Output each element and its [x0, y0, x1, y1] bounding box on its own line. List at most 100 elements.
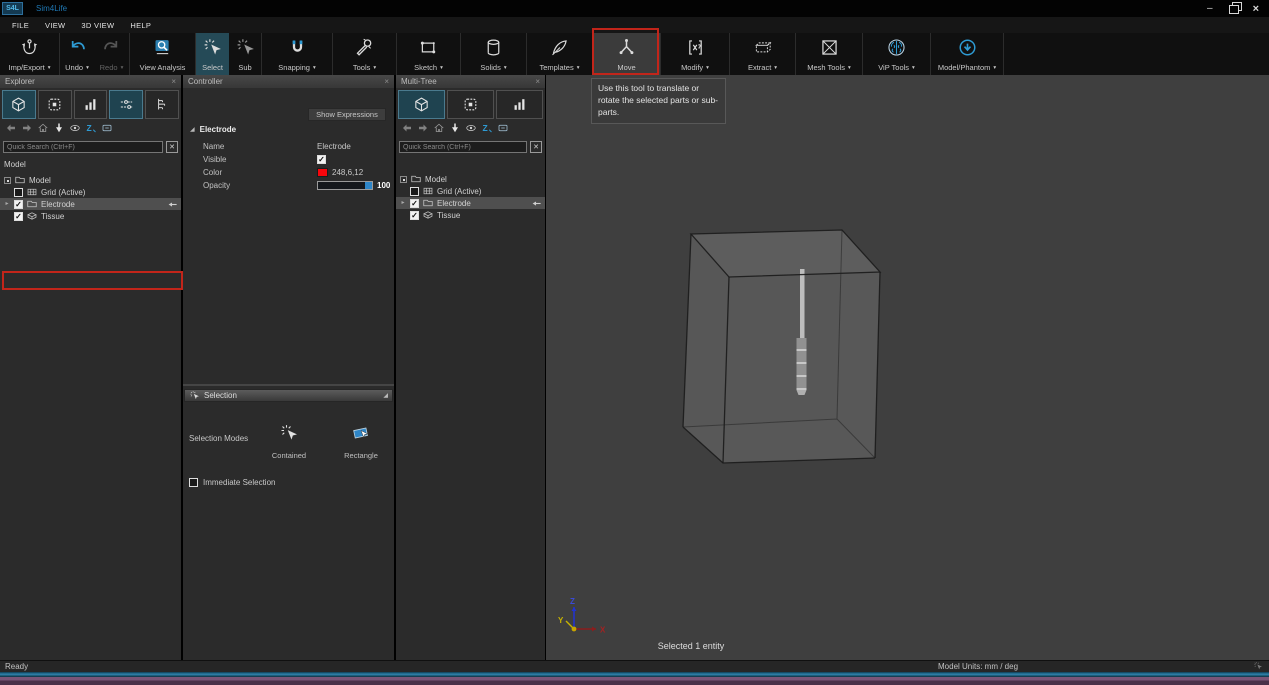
model-view-button[interactable]	[2, 90, 36, 119]
tool-vip-tools[interactable]: ViP Tools▾	[863, 33, 930, 75]
close-panel-icon[interactable]: ×	[384, 77, 389, 86]
properties-view-button[interactable]	[109, 90, 143, 119]
expand-arrow-icon[interactable]: ▸	[399, 199, 407, 207]
checkbox[interactable]	[410, 187, 419, 196]
menu-item-3d-view[interactable]: 3D VIEW	[73, 19, 122, 32]
immediate-selection-checkbox[interactable]	[189, 478, 198, 487]
selection-mode-rectangle[interactable]: Rectangle	[335, 423, 387, 460]
tool-snapping[interactable]: Snapping▾	[262, 33, 332, 75]
tool-model-phantom[interactable]: Model/Phantom▾	[931, 33, 1003, 75]
dropdown-arrow-icon[interactable]: ▾	[313, 65, 316, 71]
zoom-z-button[interactable]	[481, 122, 493, 134]
opacity-slider[interactable]	[317, 181, 373, 190]
dropdown-arrow-icon[interactable]: ▾	[993, 65, 996, 71]
back-button[interactable]	[401, 122, 413, 134]
tool-select[interactable]: Select	[196, 33, 229, 75]
multitree-header[interactable]: Multi-Tree ×	[396, 75, 545, 88]
forward-button[interactable]	[417, 122, 429, 134]
dropdown-arrow-icon[interactable]: ▾	[706, 65, 709, 71]
slider-handle[interactable]	[365, 182, 372, 189]
expand-box-icon[interactable]	[400, 176, 407, 183]
tool-modify[interactable]: Modify▾	[661, 33, 729, 75]
tree-row-model[interactable]: Model	[396, 173, 545, 185]
dropdown-arrow-icon[interactable]: ▾	[86, 65, 89, 71]
search-input[interactable]	[399, 141, 527, 153]
forward-button[interactable]	[21, 122, 33, 134]
collapse-all-button[interactable]	[497, 122, 509, 134]
3d-viewport[interactable]: Z X Y Selected 1 entity	[546, 75, 1269, 660]
simulation-view-button[interactable]	[447, 90, 494, 119]
tool-view-analysis[interactable]: View Analysis	[130, 33, 195, 75]
home-button[interactable]	[37, 122, 49, 134]
checkbox[interactable]	[14, 188, 23, 197]
expand-arrow-icon[interactable]: ▸	[3, 200, 11, 208]
tool-templates[interactable]: Templates▾	[527, 33, 592, 75]
menu-item-file[interactable]: FILE	[4, 19, 37, 32]
dropdown-arrow-icon[interactable]: ▾	[774, 65, 777, 71]
selection-mode-contained[interactable]: Contained	[263, 423, 315, 460]
analysis-view-button[interactable]	[74, 90, 108, 119]
expand-triangle-icon[interactable]: ◢	[190, 126, 195, 133]
show-expressions-button[interactable]: Show Expressions	[308, 108, 386, 121]
visibility-button[interactable]	[465, 122, 477, 134]
tool-solids[interactable]: Solids▾	[461, 33, 526, 75]
dropdown-arrow-icon[interactable]: ▾	[48, 65, 51, 71]
tool-redo[interactable]: Redo▾	[94, 33, 129, 75]
dropdown-arrow-icon[interactable]: ▾	[848, 65, 851, 71]
color-swatch[interactable]	[317, 168, 328, 177]
section-divider[interactable]	[183, 384, 394, 386]
search-input[interactable]	[3, 141, 163, 153]
checkbox[interactable]: ✓	[410, 211, 419, 220]
back-button[interactable]	[5, 122, 17, 134]
tree-row-electrode[interactable]: ▸✓Electrode	[0, 198, 181, 210]
dropdown-arrow-icon[interactable]: ▾	[121, 65, 124, 71]
analysis-view-button[interactable]	[496, 90, 543, 119]
tool-sub[interactable]: Sub	[229, 33, 261, 75]
visible-checkbox[interactable]: ✓	[317, 155, 326, 164]
expand-box-icon[interactable]	[4, 177, 11, 184]
checkbox[interactable]: ✓	[410, 199, 419, 208]
goto-down-button[interactable]	[449, 122, 461, 134]
simulation-view-button[interactable]	[38, 90, 72, 119]
clear-search-icon[interactable]: ✕	[530, 141, 542, 153]
tool-imp-export[interactable]: Imp/Export▾	[0, 33, 59, 75]
tool-extract[interactable]: Extract▾	[730, 33, 795, 75]
3d-scene-box[interactable]	[546, 75, 1269, 660]
close-panel-icon[interactable]: ×	[535, 77, 540, 86]
dropdown-arrow-icon[interactable]: ▾	[373, 65, 376, 71]
dropdown-arrow-icon[interactable]: ▾	[577, 65, 580, 71]
hierarchy-view-button[interactable]	[145, 90, 179, 119]
goto-down-button[interactable]	[53, 122, 65, 134]
tree-row-tissue[interactable]: ✓Tissue	[396, 209, 545, 221]
checkbox[interactable]: ✓	[14, 212, 23, 221]
resize-grip-icon[interactable]	[1253, 661, 1263, 671]
clear-search-icon[interactable]: ✕	[166, 141, 178, 153]
zoom-z-button[interactable]	[85, 122, 97, 134]
explorer-header[interactable]: Explorer ×	[0, 75, 181, 88]
restore-button[interactable]	[1229, 5, 1237, 12]
tool-undo[interactable]: Undo▾	[60, 33, 94, 75]
tree-row-electrode[interactable]: ▸✓Electrode	[396, 197, 545, 209]
controller-header[interactable]: Controller ×	[183, 75, 394, 88]
collapse-triangle-icon[interactable]: ◢	[383, 392, 388, 399]
collapse-all-button[interactable]	[101, 122, 113, 134]
model-view-button[interactable]	[398, 90, 445, 119]
tool-tools[interactable]: Tools▾	[333, 33, 396, 75]
dropdown-arrow-icon[interactable]: ▾	[912, 65, 915, 71]
tree-row-grid-active[interactable]: Grid (Active)	[0, 186, 181, 198]
tree-row-model[interactable]: Model	[0, 174, 181, 186]
selection-section-header[interactable]: Selection ◢	[184, 389, 393, 402]
tool-sketch[interactable]: Sketch▾	[397, 33, 460, 75]
menu-item-view[interactable]: VIEW	[37, 19, 73, 32]
close-panel-icon[interactable]: ×	[171, 77, 176, 86]
menu-item-help[interactable]: HELP	[122, 19, 159, 32]
tree-row-tissue[interactable]: ✓Tissue	[0, 210, 181, 222]
visibility-button[interactable]	[69, 122, 81, 134]
tree-row-grid-active[interactable]: Grid (Active)	[396, 185, 545, 197]
dropdown-arrow-icon[interactable]: ▾	[440, 65, 443, 71]
tool-mesh-tools[interactable]: Mesh Tools▾	[796, 33, 862, 75]
close-window-button[interactable]: ×	[1253, 3, 1259, 15]
dropdown-arrow-icon[interactable]: ▾	[504, 65, 507, 71]
home-button[interactable]	[433, 122, 445, 134]
checkbox[interactable]: ✓	[14, 200, 23, 209]
